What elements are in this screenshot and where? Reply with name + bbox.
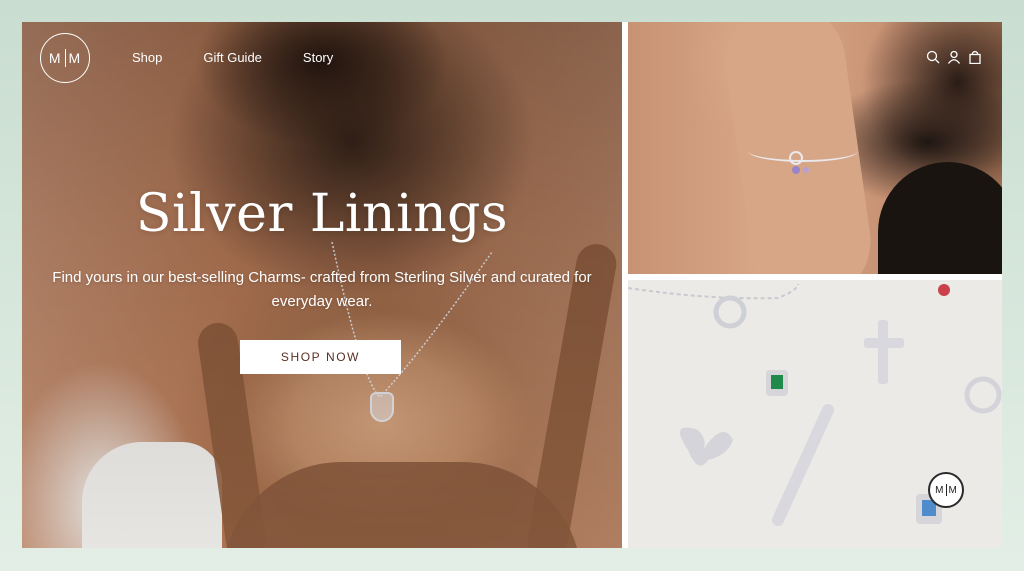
hero-title: Silver Linings [135, 184, 509, 244]
logo-letter-right: M [68, 50, 82, 66]
logo-divider [64, 49, 66, 67]
bracelet-charms [789, 151, 809, 174]
brand-logo[interactable]: M M [40, 33, 90, 83]
nav-shop[interactable]: Shop [132, 50, 162, 65]
chat-logo-divider [945, 484, 947, 496]
primary-nav: Shop Gift Guide Story [132, 50, 333, 65]
storefront: Silver Linings Find yours in our best-se… [22, 22, 1002, 548]
hero-image: Silver Linings Find yours in our best-se… [22, 22, 622, 548]
search-icon[interactable] [926, 50, 940, 64]
account-icon[interactable] [947, 50, 961, 64]
hero-subtitle: Find yours in our best-selling Charms- c… [52, 269, 592, 310]
header-icons [926, 50, 982, 64]
nav-story[interactable]: Story [303, 50, 333, 65]
nav-gift-guide[interactable]: Gift Guide [203, 50, 262, 65]
site-header: M M Shop Gift Guide Story [22, 22, 1002, 94]
bag-icon[interactable] [968, 50, 982, 64]
bracelet-tank-top [878, 162, 1002, 274]
logo-letter-left: M [48, 50, 62, 66]
chat-logo-left: M [935, 484, 944, 496]
shop-now-button[interactable]: SHOP NOW [240, 340, 401, 374]
chat-logo-right: M [948, 484, 957, 496]
chat-widget-button[interactable]: M M [928, 472, 964, 508]
